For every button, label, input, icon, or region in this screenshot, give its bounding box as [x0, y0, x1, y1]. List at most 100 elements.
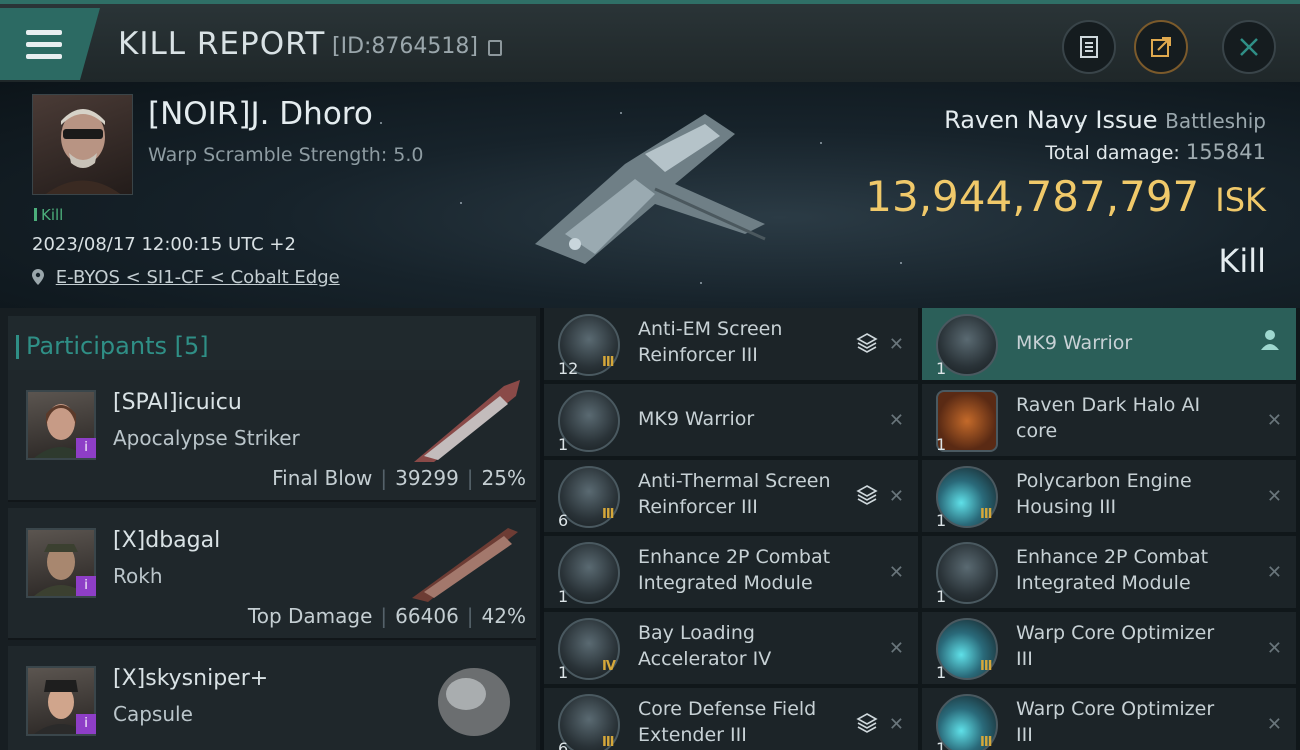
copy-icon[interactable] [488, 40, 502, 56]
participant-row[interactable]: i [SPAI]icuicu Apocalypse Striker Final … [8, 370, 536, 502]
item-quantity: 1 [936, 587, 947, 606]
item-quantity: 1 [936, 739, 947, 750]
participant-row[interactable]: i [X]dbagal Rokh Top Damage | 66406 | 42% [8, 508, 536, 640]
participant-stats: Top Damage | 66406 | 42% [247, 604, 526, 628]
location-text[interactable]: E-BYOS < SI1-CF < Cobalt Edge [56, 267, 340, 288]
item-row[interactable]: 1 MK9 Warrior ✕ [544, 384, 918, 456]
remove-icon[interactable]: ✕ [889, 486, 904, 507]
close-button[interactable] [1222, 20, 1276, 74]
item-row[interactable]: 6 III Anti-Thermal Screen Reinforcer III… [544, 460, 918, 532]
remove-icon[interactable]: ✕ [889, 638, 904, 659]
item-tier: III [602, 355, 614, 370]
corp-badge-icon: i [76, 714, 96, 734]
victim-name[interactable]: [NOIR]J. Dhoro [148, 96, 373, 132]
remove-icon[interactable]: ✕ [889, 714, 904, 735]
item-name: Core Defense Field Extender III [638, 698, 817, 746]
warp-scramble-strength: Warp Scramble Strength: 5.0 [148, 144, 424, 166]
item-row[interactable]: 12 III Anti-EM Screen Reinforcer III ✕ [544, 308, 918, 380]
report-id: [ID:8764518] [332, 34, 478, 59]
hamburger-icon [26, 30, 62, 59]
item-quantity: 6 [558, 511, 569, 530]
participant-name[interactable]: [SPAI]icuicu [113, 390, 242, 415]
dropped-items-panel: 12 III Anti-EM Screen Reinforcer III ✕ 1… [544, 308, 1300, 750]
remove-icon[interactable]: ✕ [889, 334, 904, 355]
isk-unit: ISK [1215, 181, 1266, 219]
item-tier: IV [602, 659, 616, 674]
participant-ship-image [438, 668, 510, 736]
corp-badge-icon: i [76, 438, 96, 458]
item-name: Raven Dark Halo AI core [1016, 394, 1201, 442]
item-name: Enhance 2P Combat Integrated Module [638, 546, 831, 594]
item-name: Anti-EM Screen Reinforcer III [638, 318, 783, 366]
participant-damage: 66406 [395, 604, 459, 628]
participant-role: Final Blow [272, 466, 373, 490]
participant-name[interactable]: [X]dbagal [113, 528, 220, 553]
participant-damage-pct: 25% [481, 466, 526, 490]
participant-ship: Apocalypse Striker [113, 426, 300, 450]
item-tier: III [980, 507, 992, 522]
menu-button[interactable] [0, 8, 100, 80]
item-name: MK9 Warrior [1016, 332, 1133, 354]
page-title: KILL REPORT [118, 26, 326, 62]
item-quantity: 1 [936, 663, 947, 682]
top-bar: KILL REPORT [ID:8764518] [0, 0, 1300, 82]
export-button[interactable] [1134, 20, 1188, 74]
participant-ship-image [414, 380, 520, 462]
participant-ship: Capsule [113, 702, 193, 726]
kill-tag: Kill [34, 206, 63, 224]
item-row[interactable]: 6 III Core Defense Field Extender III ✕ [544, 688, 918, 750]
item-name: Warp Core Optimizer III [1016, 622, 1215, 670]
item-tier: III [602, 507, 614, 522]
item-name: Bay Loading Accelerator IV [638, 622, 772, 670]
item-row[interactable]: 1 III Warp Core Optimizer III ✕ [922, 612, 1296, 684]
item-row[interactable]: 1 Raven Dark Halo AI core ✕ [922, 384, 1296, 456]
item-row-highlighted[interactable]: 1 MK9 Warrior [922, 308, 1296, 380]
remove-icon[interactable]: ✕ [1267, 714, 1282, 735]
item-quantity: 1 [558, 663, 569, 682]
remove-icon[interactable]: ✕ [1267, 638, 1282, 659]
victim-panel: [NOIR]J. Dhoro Warp Scramble Strength: 5… [0, 82, 1300, 308]
total-damage-label: Total damage: [1045, 142, 1180, 164]
item-tier: III [980, 735, 992, 750]
total-damage: Total damage: 155841 [1045, 140, 1266, 164]
item-row[interactable]: 1 Enhance 2P Combat Integrated Module ✕ [544, 536, 918, 608]
isk-value: 13,944,787,797 ISK [865, 172, 1266, 221]
participant-ship-image [412, 528, 518, 602]
export-icon [1151, 37, 1171, 57]
participants-label: Participants [26, 332, 167, 360]
victim-portrait[interactable] [32, 94, 133, 195]
participants-count: [5] [174, 332, 209, 360]
participant-damage-pct: 42% [481, 604, 526, 628]
item-row[interactable]: 1 III Polycarbon Engine Housing III ✕ [922, 460, 1296, 532]
stack-icon[interactable] [856, 712, 878, 734]
participants-panel: Participants [5] i [SPAI]icuicu Apocalyp… [0, 308, 540, 750]
item-quantity: 1 [558, 587, 569, 606]
stack-icon[interactable] [856, 332, 878, 354]
clipboard-icon [1080, 36, 1098, 58]
participant-row[interactable]: i [X]skysniper+ Capsule [8, 646, 536, 750]
participant-name[interactable]: [X]skysniper+ [113, 666, 268, 691]
remove-icon[interactable]: ✕ [1267, 486, 1282, 507]
clipboard-button[interactable] [1062, 20, 1116, 74]
remove-icon[interactable]: ✕ [889, 410, 904, 431]
item-row[interactable]: 1 III Warp Core Optimizer III ✕ [922, 688, 1296, 750]
isk-amount: 13,944,787,797 [865, 172, 1200, 221]
remove-icon[interactable]: ✕ [889, 562, 904, 583]
corp-badge-icon: i [76, 576, 96, 596]
stack-icon[interactable] [856, 484, 878, 506]
participant-ship: Rokh [113, 564, 163, 588]
user-icon[interactable] [1260, 328, 1280, 350]
remove-icon[interactable]: ✕ [1267, 562, 1282, 583]
item-name: Enhance 2P Combat Integrated Module [1016, 546, 1209, 594]
victim-ship-image [535, 114, 766, 264]
location-pin-icon [32, 269, 44, 285]
item-row[interactable]: 1 IV Bay Loading Accelerator IV ✕ [544, 612, 918, 684]
participant-role: Top Damage [247, 604, 373, 628]
remove-icon[interactable]: ✕ [1267, 410, 1282, 431]
item-name: Anti-Thermal Screen Reinforcer III [638, 470, 831, 518]
victim-ship[interactable]: Raven Navy Issue Battleship [944, 106, 1266, 134]
item-name: Warp Core Optimizer III [1016, 698, 1215, 746]
kill-location[interactable]: E-BYOS < SI1-CF < Cobalt Edge [32, 267, 340, 288]
item-row[interactable]: 1 Enhance 2P Combat Integrated Module ✕ [922, 536, 1296, 608]
total-damage-value: 155841 [1185, 140, 1266, 164]
